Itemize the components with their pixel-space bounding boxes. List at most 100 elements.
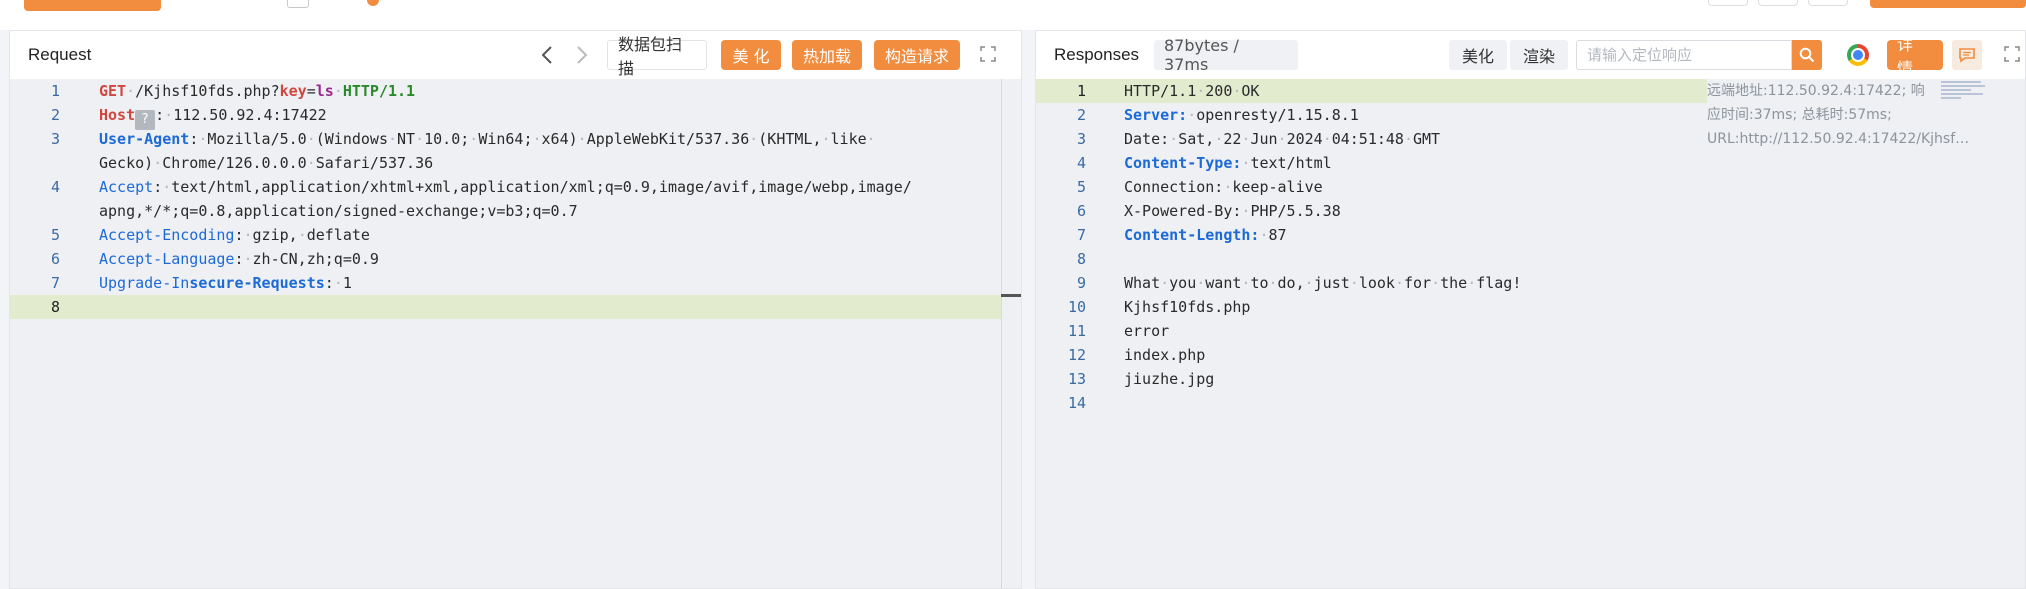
header-name: Accept-Encoding bbox=[99, 226, 235, 244]
header-name: User-Agent bbox=[99, 130, 190, 148]
code-line: Upgrade-Insecure-Requests:·1 bbox=[99, 274, 352, 292]
hot-load-button[interactable]: 热加载 bbox=[792, 40, 862, 70]
line-number: 14 bbox=[1067, 394, 1086, 412]
header-name: Host bbox=[99, 106, 136, 124]
top-toolbar bbox=[0, 0, 2026, 30]
line-number: 6 bbox=[1076, 202, 1086, 220]
expand-icon[interactable] bbox=[980, 46, 996, 66]
response-size-badge: 87bytes / 37ms bbox=[1154, 36, 1298, 74]
code-line: Content-Type:·text/html bbox=[1124, 154, 1332, 172]
code-line: Date:·Sat,·22·Jun·2024·04:51:48·GMT bbox=[1124, 130, 1441, 148]
code-line: jiuzhe.jpg bbox=[1124, 370, 1215, 388]
response-panel: Responses 87bytes / 37ms 美化 渲染 详 情 1 2 3… bbox=[1035, 30, 2026, 589]
scroll-marker bbox=[1001, 294, 1021, 297]
header-value: 1 bbox=[342, 274, 352, 292]
line-number: 3 bbox=[1076, 130, 1086, 148]
line-number-gutter: 1 2 3 4 5 6 7 8 bbox=[10, 79, 72, 588]
vertical-scrollbar[interactable] bbox=[1001, 79, 1021, 588]
toolbar-button[interactable] bbox=[1758, 0, 1798, 6]
code-line: index.php bbox=[1124, 346, 1206, 364]
line-number: 11 bbox=[1067, 322, 1086, 340]
code-line: GET·/Kjhsf10fds.php?key=ls·HTTP/1.1 bbox=[99, 82, 416, 100]
line-number: 7 bbox=[1076, 226, 1086, 244]
line-number: 8 bbox=[50, 298, 60, 316]
http-protocol: HTTP/1.1 bbox=[342, 82, 416, 100]
line-number: 4 bbox=[50, 178, 60, 196]
beautify-button[interactable]: 美化 bbox=[1449, 40, 1507, 70]
line-number: 10 bbox=[1067, 298, 1086, 316]
code-line: X-Powered-By:·PHP/5.5.38 bbox=[1124, 202, 1341, 220]
header-value: gzip,·deflate bbox=[252, 226, 370, 244]
code-line: Accept-Language:·zh-CN,zh;q=0.9 bbox=[99, 250, 379, 268]
line-number: 7 bbox=[50, 274, 60, 292]
render-button[interactable]: 渲染 bbox=[1510, 40, 1568, 70]
code-line: Content-Length:·87 bbox=[1124, 226, 1287, 244]
response-title: Responses bbox=[1054, 45, 1140, 64]
line-number: 13 bbox=[1067, 370, 1086, 388]
minimap[interactable] bbox=[1941, 81, 1986, 103]
details-button[interactable]: 详 情 bbox=[1887, 35, 1943, 78]
code-line: User-Agent:·Mozilla/5.0·(Windows·NT·10.0… bbox=[99, 130, 876, 148]
chevron-right-icon[interactable] bbox=[570, 40, 594, 70]
line-number: 3 bbox=[50, 130, 60, 148]
equals-sign: = bbox=[306, 82, 316, 100]
header-name: secure-Requests bbox=[189, 274, 325, 292]
line-number: 1 bbox=[1076, 82, 1086, 100]
code-line-wrap: apng,*/*;q=0.8,application/signed-exchan… bbox=[99, 202, 578, 220]
header-value: 87 bbox=[1268, 226, 1287, 244]
action-button[interactable] bbox=[1870, 0, 2026, 8]
line-number: 8 bbox=[1076, 250, 1086, 268]
header-value: text/html,application/xhtml+xml,applicat… bbox=[171, 178, 912, 196]
header-name: Accept-Language bbox=[99, 250, 235, 268]
header-value: Mozilla/5.0·(Windows·NT·10.0;·Win64;·x64… bbox=[207, 130, 876, 148]
line-number: 9 bbox=[1076, 274, 1086, 292]
header-name: Content-Length: bbox=[1124, 226, 1260, 244]
chrome-icon[interactable] bbox=[1847, 44, 1869, 66]
code-line: Accept-Encoding:·gzip,·deflate bbox=[99, 226, 370, 244]
code-line: Connection:·keep-alive bbox=[1124, 178, 1323, 196]
search-icon[interactable] bbox=[1792, 40, 1822, 70]
comment-icon[interactable] bbox=[1952, 40, 1982, 70]
expand-icon[interactable] bbox=[2004, 46, 2020, 66]
request-path: /Kjhsf10fds.php? bbox=[135, 82, 280, 100]
beautify-button[interactable]: 美 化 bbox=[721, 40, 781, 70]
code-line: error bbox=[1124, 322, 1170, 340]
line-number: 12 bbox=[1067, 346, 1086, 364]
send-button[interactable] bbox=[24, 0, 161, 11]
request-editor[interactable]: 1 2 3 4 5 6 7 8 GET·/Kjhsf10fds.php?key=… bbox=[10, 79, 1021, 588]
packet-scan-button[interactable]: 数据包扫描 bbox=[607, 35, 707, 78]
query-param: key bbox=[279, 82, 307, 100]
line-number-gutter: 1 2 3 4 5 6 7 8 9 10 11 12 13 14 bbox=[1036, 79, 1106, 588]
request-panel: Request 数据包扫描 美 化 热加载 构造请求 1 2 3 4 5 6 7… bbox=[9, 30, 1022, 589]
header-name: Server: bbox=[1124, 106, 1188, 124]
option-checkbox[interactable] bbox=[287, 0, 309, 8]
http-method: GET bbox=[99, 82, 127, 100]
code-line: Accept:·text/html,application/xhtml+xml,… bbox=[99, 178, 912, 196]
header-name: Content-Type: bbox=[1124, 154, 1242, 172]
code-line-wrap: Gecko)·Chrome/126.0.0.0·Safari/537.36 bbox=[99, 154, 434, 172]
current-line-highlight bbox=[10, 295, 1003, 319]
line-number: 2 bbox=[1076, 106, 1086, 124]
header-value: 112.50.92.4:17422 bbox=[173, 106, 327, 124]
option-radio[interactable] bbox=[367, 0, 379, 6]
toolbar-button[interactable] bbox=[1708, 0, 1748, 6]
line-number: 4 bbox=[1076, 154, 1086, 172]
header-value: zh-CN,zh;q=0.9 bbox=[252, 250, 379, 268]
construct-request-button[interactable]: 构造请求 bbox=[874, 40, 960, 70]
line-number: 1 bbox=[50, 82, 60, 100]
request-title: Request bbox=[28, 45, 92, 64]
line-number: 5 bbox=[1076, 178, 1086, 196]
header-value: text/html bbox=[1250, 154, 1332, 172]
line-number: 2 bbox=[50, 106, 60, 124]
code-line: Server:·openresty/1.15.8.1 bbox=[1124, 106, 1359, 124]
query-value: ls bbox=[315, 82, 334, 100]
code-line: Host?:·112.50.92.4:17422 bbox=[99, 103, 327, 130]
chevron-left-icon[interactable] bbox=[535, 40, 559, 70]
toolbar-button[interactable] bbox=[1808, 0, 1848, 6]
response-editor[interactable]: 1 2 3 4 5 6 7 8 9 10 11 12 13 14 HTTP/1.… bbox=[1036, 79, 2025, 588]
request-header: Request 数据包扫描 美 化 热加载 构造请求 bbox=[10, 31, 1021, 79]
locate-response-input[interactable] bbox=[1576, 40, 1792, 70]
header-name: Accept bbox=[99, 178, 154, 196]
response-header: Responses 87bytes / 37ms 美化 渲染 详 情 bbox=[1036, 31, 2025, 79]
line-number: 6 bbox=[50, 250, 60, 268]
